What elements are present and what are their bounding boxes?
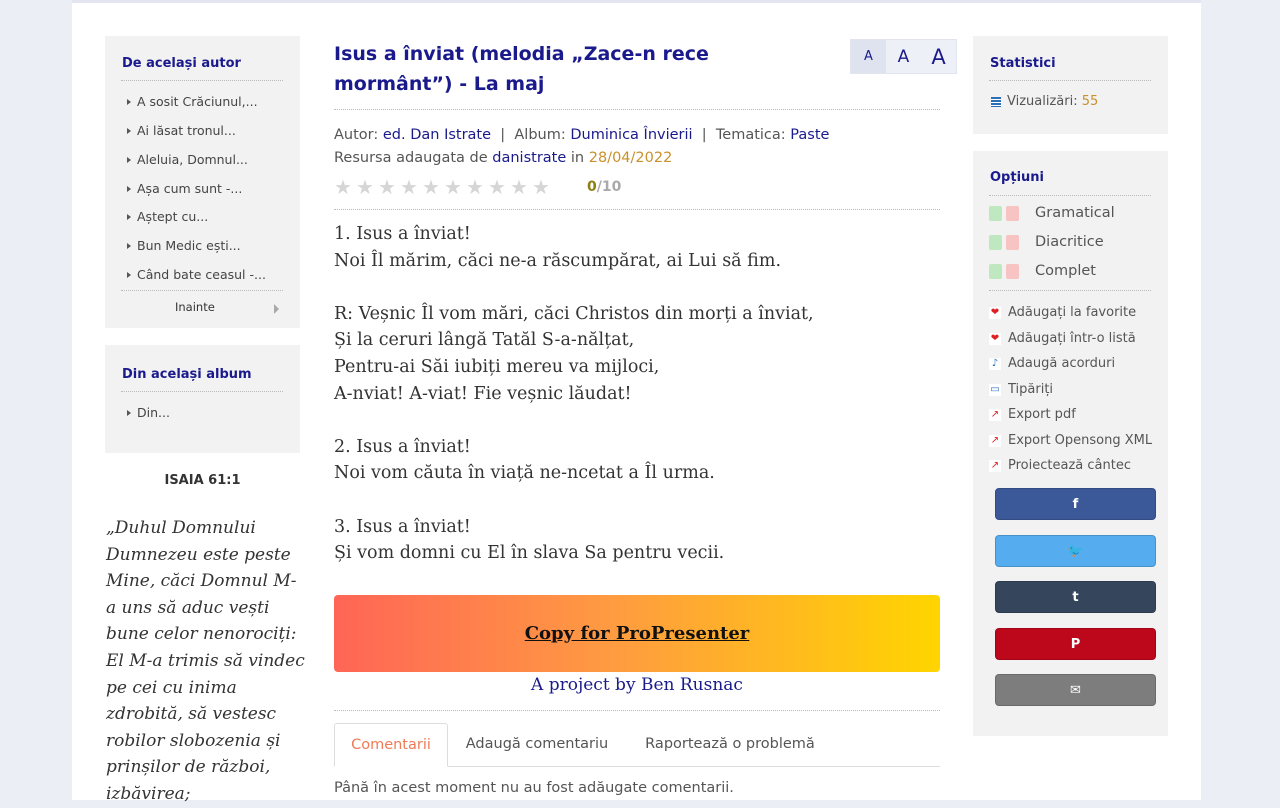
- export-opensong-action[interactable]: ↗ Export Opensong XML: [989, 433, 1152, 448]
- caret-right-icon: [127, 156, 131, 163]
- tab-report-problem[interactable]: Raportează o problemă: [630, 723, 830, 765]
- comments-tabs: Comentarii Adaugă comentariu Raportează …: [334, 723, 940, 767]
- author-link[interactable]: ed. Dan Istrate: [383, 127, 491, 143]
- project-song-action[interactable]: ↗ Proiectează cântec: [989, 458, 1131, 473]
- rating-star-icon[interactable]: ★: [356, 177, 378, 197]
- caret-right-icon: [127, 98, 131, 105]
- twitter-share-button[interactable]: 🐦: [995, 535, 1156, 567]
- no-comments-text: Până în acest moment nu au fost adăugate…: [334, 780, 734, 796]
- rating-star-icon[interactable]: ★: [334, 177, 356, 197]
- rating-star-icon[interactable]: ★: [466, 177, 488, 197]
- theme-link[interactable]: Paste: [790, 127, 829, 143]
- document-red-icon: [1006, 205, 1019, 221]
- album-link[interactable]: Duminica Învierii: [570, 127, 692, 143]
- added-by: Resursa adaugata de danistrate in 28/04/…: [334, 150, 673, 166]
- pinterest-icon: P: [1070, 636, 1081, 652]
- list-item[interactable]: A sosit Crăciunul,...: [127, 94, 258, 109]
- same-album-title: Din același album: [122, 367, 252, 382]
- email-icon: ✉: [1070, 682, 1081, 698]
- chart-icon: [991, 96, 1001, 107]
- caret-right-icon: [274, 304, 279, 314]
- stats-box: Statistici Vizualizări: 55: [973, 36, 1168, 134]
- add-to-list-action[interactable]: ❤ Adăugați într-o listă: [989, 331, 1136, 346]
- heart-icon: ❤: [989, 306, 1001, 319]
- document-green-icon: [989, 234, 1002, 250]
- rating-stars: ★ ★ ★ ★ ★ ★ ★ ★ ★ ★: [334, 177, 554, 197]
- same-author-title: De același autor: [122, 56, 241, 71]
- same-author-box: De același autor A sosit Crăciunul,... A…: [105, 36, 300, 328]
- document-red-icon: [1006, 263, 1019, 279]
- caret-right-icon: [127, 242, 131, 249]
- chords-icon: ♪: [989, 357, 1001, 370]
- tumblr-icon: t: [1072, 589, 1079, 605]
- email-share-button[interactable]: ✉: [995, 674, 1156, 706]
- rating-value: 0/10: [587, 179, 622, 195]
- list-item[interactable]: Aștept cu...: [127, 209, 208, 224]
- arrow-icon: ↗: [989, 459, 1001, 472]
- font-size-switcher: A A A: [850, 39, 957, 74]
- rating-star-icon[interactable]: ★: [444, 177, 466, 197]
- pinterest-share-button[interactable]: P: [995, 628, 1156, 660]
- caret-right-icon: [127, 213, 131, 220]
- page: De același autor A sosit Crăciunul,... A…: [72, 0, 1201, 804]
- font-size-medium-button[interactable]: A: [886, 40, 921, 73]
- twitter-icon: 🐦: [1067, 543, 1084, 559]
- printer-icon: ▭: [989, 383, 1001, 396]
- document-red-icon: [1006, 234, 1019, 250]
- tab-comments[interactable]: Comentarii: [334, 723, 448, 767]
- verse-reference: ISAIA 61:1: [164, 473, 241, 488]
- copy-propresenter-button[interactable]: Copy for ProPresenter: [334, 595, 940, 672]
- list-item[interactable]: Aleluia, Domnul...: [127, 152, 248, 167]
- tumblr-share-button[interactable]: t: [995, 581, 1156, 613]
- add-favorite-action[interactable]: ❤ Adăugați la favorite: [989, 305, 1136, 320]
- rating-star-icon[interactable]: ★: [422, 177, 444, 197]
- arrow-icon: ↗: [989, 434, 1001, 447]
- song-meta: Autor: ed. Dan Istrate | Album: Duminica…: [334, 127, 830, 143]
- list-item[interactable]: Din...: [127, 405, 170, 420]
- format-grammatical[interactable]: Gramatical: [989, 205, 1115, 221]
- rating-star-icon[interactable]: ★: [378, 177, 400, 197]
- rating-star-icon[interactable]: ★: [400, 177, 422, 197]
- document-green-icon: [989, 263, 1002, 279]
- facebook-icon: f: [1072, 496, 1079, 512]
- add-chords-action[interactable]: ♪ Adaugă acorduri: [989, 356, 1115, 371]
- views-row: Vizualizări: 55: [991, 94, 1098, 109]
- list-item[interactable]: Ai lăsat tronul...: [127, 123, 236, 138]
- format-complete[interactable]: Complet: [989, 263, 1096, 279]
- print-action[interactable]: ▭ Tipăriți: [989, 382, 1053, 397]
- list-item[interactable]: Bun Medic ești...: [127, 238, 241, 253]
- options-title: Opțiuni: [990, 170, 1044, 185]
- export-pdf-action[interactable]: ↗ Export pdf: [989, 407, 1076, 422]
- heart-icon: ❤: [989, 332, 1001, 345]
- tab-add-comment[interactable]: Adaugă comentariu: [452, 723, 622, 765]
- rating-star-icon[interactable]: ★: [510, 177, 532, 197]
- rating-star-icon[interactable]: ★: [532, 177, 554, 197]
- caret-right-icon: [127, 127, 131, 134]
- next-page-link[interactable]: Inainte: [121, 300, 283, 318]
- document-green-icon: [989, 205, 1002, 221]
- views-count: 55: [1081, 94, 1099, 109]
- list-item[interactable]: Când bate ceasul -...: [127, 267, 266, 282]
- list-item[interactable]: Așa cum sunt -...: [127, 181, 242, 196]
- format-diacritics[interactable]: Diacritice: [989, 234, 1104, 250]
- caret-right-icon: [127, 409, 131, 416]
- caret-right-icon: [127, 185, 131, 192]
- stats-title: Statistici: [990, 56, 1056, 71]
- added-date: 28/04/2022: [588, 150, 673, 166]
- font-size-large-button[interactable]: A: [921, 40, 956, 73]
- rating-star-icon[interactable]: ★: [488, 177, 510, 197]
- same-album-box: Din același album Din...: [105, 345, 300, 453]
- facebook-share-button[interactable]: f: [995, 488, 1156, 520]
- project-credit-link[interactable]: A project by Ben Rusnac: [334, 675, 940, 695]
- added-by-user-link[interactable]: danistrate: [492, 150, 566, 166]
- page-title: Isus a înviat (melodia „Zace-n rece morm…: [334, 43, 709, 95]
- caret-right-icon: [127, 271, 131, 278]
- font-size-small-button[interactable]: A: [851, 40, 886, 73]
- verse-text: „Duhul Domnului Dumnezeu este peste Mine…: [106, 518, 305, 804]
- song-lyrics: 1. Isus a înviat! Noi Îl mărim, căci ne-…: [334, 224, 814, 564]
- arrow-icon: ↗: [989, 408, 1001, 421]
